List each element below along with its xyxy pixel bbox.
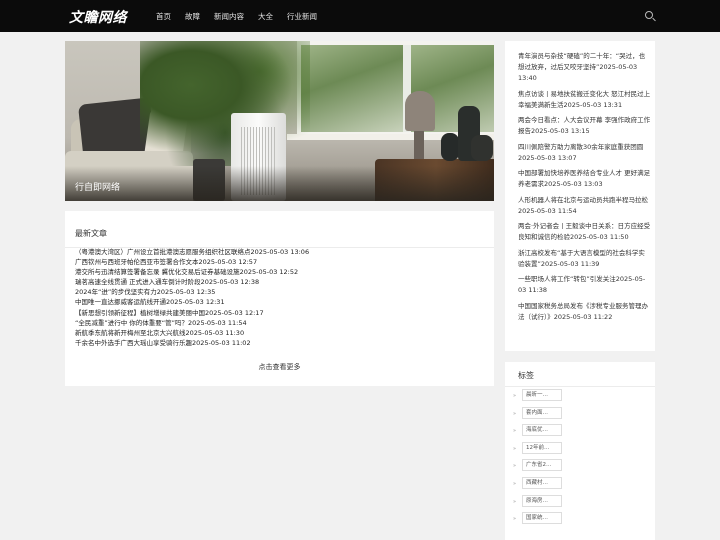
top-navbar: 文瞻网络 首页 故障 新闻内容 大全 行业新闻: [0, 0, 720, 32]
nav-item-industry-news[interactable]: 行业新闻: [287, 11, 317, 22]
tag-pill[interactable]: 12年前…: [522, 441, 562, 454]
latest-articles-list: （粤港澳大湾区）广州设立首批港澳志愿服务组织社区联络点2025-05-03 13…: [75, 247, 487, 348]
sidebar-news-link[interactable]: 中国国家税务总局发布《涉税专业服务管理办法（试行）》2025-05-03 11:…: [518, 301, 651, 323]
tag-pill[interactable]: 海底优…: [522, 424, 562, 437]
article-link[interactable]: 瑞茗高速全线贯通 正式进入通车倒计时阶段2025-05-03 12:38: [75, 277, 487, 287]
tags-title: 标签: [518, 371, 534, 380]
tag-pill[interactable]: 套内面…: [522, 406, 562, 419]
sidebar-news-link[interactable]: 焦点访谈丨易地扶贫搬迁变化大 怒江村民过上幸福美满新生活2025-05-03 1…: [518, 89, 651, 111]
bullet-icon: »: [513, 445, 517, 452]
article-link[interactable]: 2024年“进”的步伐坚实有力2025-05-03 12:35: [75, 287, 487, 297]
nav-item-home[interactable]: 首页: [156, 11, 171, 22]
tag-list: » 晨昕一… » 套内面… » 海底优… » 12年前… » 广东省2… » 西藏村… » 原…: [513, 388, 648, 529]
main-nav: 首页 故障 新闻内容 大全 行业新闻: [156, 0, 317, 32]
sidebar-news-link[interactable]: 浙江高校发布“基于大语言模型的社会科学实验装置”2025-05-03 11:39: [518, 248, 651, 270]
latest-articles-card: 最新文章 （粤港澳大湾区）广州设立首批港澳志愿服务组织社区联络点2025-05-…: [65, 211, 494, 386]
article-link[interactable]: 千余名中外选手广西大瑶山享受骑行乐趣2025-05-03 11:02: [75, 338, 487, 348]
sidebar-news-link[interactable]: 四川佩陪警方助力离散30余年家庭重获团圆2025-05-03 13:07: [518, 142, 651, 164]
site-logo[interactable]: 文瞻网络: [69, 7, 127, 27]
sidebar-news-link[interactable]: 青年演员与杂技“硬磕”的二十年：“哭过，也想过放弃，过后又咬牙坚持”2025-0…: [518, 51, 651, 85]
divider: [505, 386, 655, 387]
bullet-icon: »: [513, 498, 517, 505]
hero-banner[interactable]: 行自即网络: [65, 41, 494, 201]
tags-panel: 标签 » 晨昕一… » 套内面… » 海底优… » 12年前… » 广东省2… » 西藏村……: [505, 362, 655, 540]
article-link[interactable]: 港交所与迅清结算签署备忘录 冀优化交易后证券基础设施2025-05-03 12:…: [75, 267, 487, 277]
sidebar-news-link[interactable]: 两会·外记者会丨王毅谈中日关系：日方应经受良知和诚信的检验2025-05-03 …: [518, 221, 651, 243]
tag-pill[interactable]: 广东省2…: [522, 459, 562, 472]
nav-item-encyclopedia[interactable]: 大全: [258, 11, 273, 22]
load-more-link[interactable]: 点击查看更多: [65, 362, 494, 372]
latest-articles-title: 最新文章: [75, 229, 107, 238]
hero-caption[interactable]: 行自即网络: [75, 180, 120, 193]
bullet-icon: »: [513, 516, 517, 523]
bullet-icon: »: [513, 480, 517, 487]
tag-pill[interactable]: 西藏村…: [522, 476, 562, 489]
bullet-icon: »: [513, 463, 517, 470]
sidebar-news-link[interactable]: 人形机器人将在北京与运动员共跑半程马拉松2025-05-03 11:54: [518, 195, 651, 217]
nav-item-faults[interactable]: 故障: [185, 11, 200, 22]
article-link[interactable]: 【新思想引领新征程】植树增绿共建美丽中国2025-05-03 12:17: [75, 308, 487, 318]
article-link[interactable]: 广西钦州与西班牙帕伦西亚市签署合作文本2025-05-03 12:57: [75, 257, 487, 267]
article-link[interactable]: 中国唯一直达挪威客运航线开通2025-05-03 12:31: [75, 297, 487, 307]
tag-pill[interactable]: 原海房…: [522, 494, 562, 507]
bullet-icon: »: [513, 393, 517, 399]
search-icon[interactable]: [645, 11, 653, 19]
sidebar-news-link[interactable]: 一些职场人将工作“转包”引发关注2025-05-03 11:38: [518, 274, 651, 296]
bullet-icon: »: [513, 428, 517, 435]
tag-pill[interactable]: 晨昕一…: [522, 389, 562, 401]
article-link[interactable]: 新航季东航将新开梅州至北京大兴航线2025-05-03 11:30: [75, 328, 487, 338]
bullet-icon: »: [513, 410, 517, 417]
sidebar-news-list: 青年演员与杂技“硬磕”的二十年：“哭过，也想过放弃，过后又咬牙坚持”2025-0…: [518, 51, 651, 327]
sidebar-news-link[interactable]: 中国部署加快培养医养结合专业人才 更好满足养老需求2025-05-03 13:0…: [518, 168, 651, 190]
sidebar-news-link[interactable]: 两会今日看点：人大会议开幕 李强作政府工作报告2025-05-03 13:15: [518, 115, 651, 137]
tag-pill[interactable]: 国家统…: [522, 512, 562, 525]
nav-item-news-content[interactable]: 新闻内容: [214, 11, 244, 22]
article-link[interactable]: “全民减重”进行中 你的体重要“管”吗？2025-05-03 11:54: [75, 318, 487, 328]
sidebar-news-panel: 青年演员与杂技“硬磕”的二十年：“哭过，也想过放弃，过后又咬牙坚持”2025-0…: [505, 41, 655, 351]
article-link[interactable]: （粤港澳大湾区）广州设立首批港澳志愿服务组织社区联络点2025-05-03 13…: [75, 247, 487, 257]
